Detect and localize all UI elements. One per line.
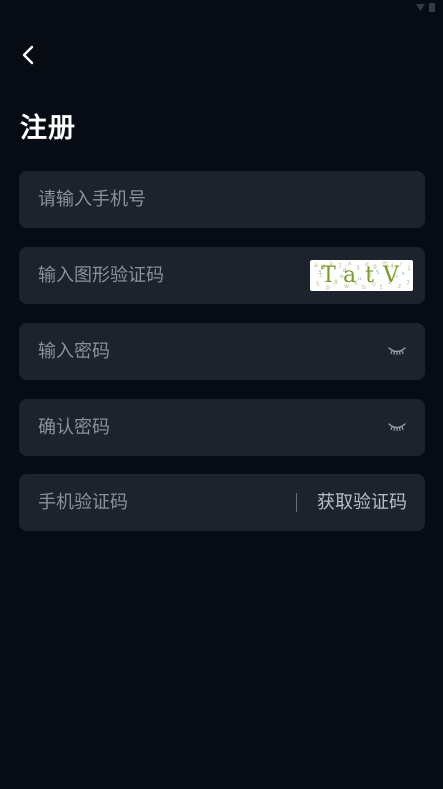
field-divider — [296, 493, 297, 512]
password-input[interactable] — [38, 323, 298, 380]
status-bar — [0, 0, 443, 16]
get-sms-code-button[interactable]: 获取验证码 — [317, 474, 407, 531]
eye-closed-icon — [388, 423, 406, 432]
confirm-password-visibility-toggle[interactable] — [387, 419, 407, 435]
battery-icon — [429, 3, 435, 12]
captcha-text: TatV — [321, 263, 408, 288]
phone-field — [19, 171, 425, 228]
chevron-left-icon — [22, 45, 34, 65]
status-icons — [416, 3, 435, 12]
captcha-field: a2k 7x3 q9m 4r1 5p8 w6b 0t2 z7 ceg h 3d5… — [19, 247, 425, 304]
captcha-input[interactable] — [38, 247, 278, 304]
sms-code-field: 获取验证码 — [19, 474, 425, 531]
confirm-password-field — [19, 399, 425, 456]
captcha-image[interactable]: a2k 7x3 q9m 4r1 5p8 w6b 0t2 z7 ceg h 3d5… — [310, 260, 413, 291]
back-button[interactable] — [14, 40, 42, 70]
register-screen: 注册 a2k 7x3 q9m 4r1 5p8 w6b 0t2 z7 ceg h — [0, 0, 443, 789]
confirm-password-input[interactable] — [38, 399, 298, 456]
password-visibility-toggle[interactable] — [387, 343, 407, 359]
eye-closed-icon — [388, 347, 406, 356]
password-field — [19, 323, 425, 380]
wifi-icon — [416, 4, 425, 11]
phone-input[interactable] — [38, 171, 298, 228]
page-title: 注册 — [20, 113, 76, 144]
sms-code-input[interactable] — [38, 474, 278, 531]
